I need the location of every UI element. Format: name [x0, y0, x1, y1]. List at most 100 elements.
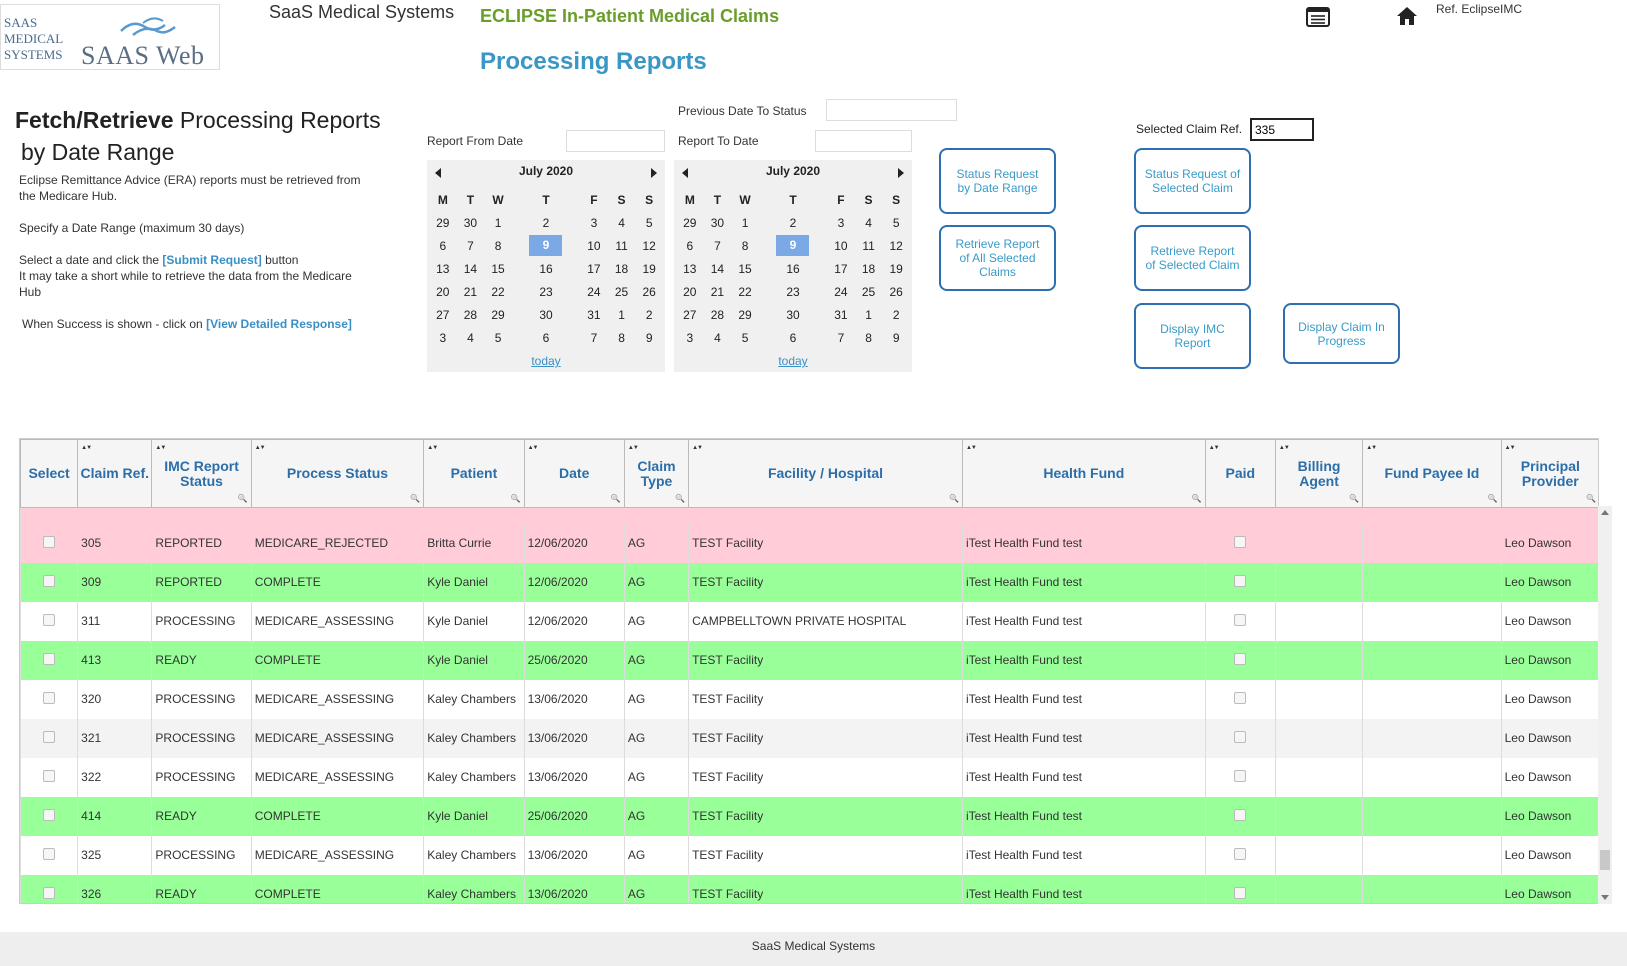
paid-checkbox[interactable] — [1234, 847, 1247, 860]
select-checkbox[interactable] — [43, 691, 56, 704]
status-request-selected-claim-button[interactable]: Status Request of Selected Claim — [1134, 148, 1251, 214]
column-header[interactable]: ▲▼ Claim Type 🔍 — [623, 439, 690, 508]
calendar-day[interactable]: 12 — [882, 234, 910, 257]
calendar-day[interactable]: 27 — [676, 303, 704, 326]
column-header[interactable]: ▲▼ Fund Payee Id 🔍 — [1362, 439, 1502, 508]
calendar-day[interactable]: 1 — [855, 303, 883, 326]
paid-cell[interactable] — [1204, 562, 1276, 602]
calendar-day[interactable]: 30 — [759, 303, 827, 326]
calendar-day[interactable]: 2 — [512, 211, 580, 234]
column-header[interactable]: ▲▼ Paid — [1204, 439, 1276, 508]
calendar-day[interactable]: 1 — [484, 211, 512, 234]
calendar-day[interactable]: 30 — [457, 211, 485, 234]
calendar-day[interactable]: 28 — [704, 303, 732, 326]
calendar-day[interactable]: 9 — [512, 234, 580, 257]
scroll-up-icon[interactable] — [1601, 510, 1609, 515]
calendar-day[interactable]: 5 — [635, 211, 663, 234]
calendar-day[interactable]: 7 — [704, 234, 732, 257]
paid-checkbox[interactable] — [1234, 808, 1247, 821]
select-checkbox[interactable] — [43, 613, 56, 626]
table-row[interactable]: 309 REPORTED COMPLETE Kyle Daniel 12/06/2020… — [20, 562, 1598, 602]
calendar-day[interactable]: 6 — [759, 326, 827, 349]
calendar-day[interactable]: 25 — [608, 280, 636, 303]
selected-day[interactable]: 9 — [776, 235, 810, 256]
calendar-day[interactable]: 19 — [882, 257, 910, 280]
calendar-day[interactable]: 3 — [676, 326, 704, 349]
paid-checkbox[interactable] — [1234, 691, 1247, 704]
calendar-day[interactable]: 29 — [731, 303, 759, 326]
paid-checkbox[interactable] — [1234, 574, 1247, 587]
calendar-day[interactable]: 8 — [484, 234, 512, 257]
calendar-day[interactable]: 8 — [608, 326, 636, 349]
calendar-day[interactable]: 18 — [855, 257, 883, 280]
sort-icon[interactable]: ▲▼ — [1366, 441, 1377, 456]
filter-icon[interactable]: 🔍 — [611, 491, 621, 506]
scroll-down-icon[interactable] — [1601, 895, 1609, 900]
report-to-date-input[interactable] — [815, 130, 912, 152]
calendar-day[interactable]: 17 — [827, 257, 855, 280]
calendar-day[interactable]: 16 — [512, 257, 580, 280]
sort-icon[interactable]: ▲▼ — [255, 441, 266, 456]
filter-icon[interactable]: 🔍 — [1192, 491, 1202, 506]
calendar-day[interactable]: 26 — [635, 280, 663, 303]
calendar-day[interactable]: 4 — [608, 211, 636, 234]
calendar-day[interactable]: 10 — [580, 234, 608, 257]
calendar-day[interactable]: 11 — [855, 234, 883, 257]
calendar-day[interactable]: 20 — [429, 280, 457, 303]
sort-icon[interactable]: ▲▼ — [1279, 441, 1290, 456]
calendar-day[interactable]: 16 — [759, 257, 827, 280]
select-checkbox[interactable] — [43, 652, 56, 665]
calendar-day[interactable]: 20 — [676, 280, 704, 303]
table-row[interactable]: 311 PROCESSING MEDICARE_ASSESSING Kyle Dani… — [20, 601, 1598, 641]
filter-icon[interactable]: 🔍 — [675, 491, 685, 506]
table-row[interactable]: 305 REPORTED MEDICARE_REJECTED Britta Curri… — [20, 523, 1598, 563]
column-header[interactable]: ▲▼ Date 🔍 — [523, 439, 625, 508]
calendar-day[interactable]: 10 — [827, 234, 855, 257]
table-row[interactable]: 413 READY COMPLETE Kyle Daniel 25/06/2020 AG T… — [20, 640, 1598, 680]
calendar-day[interactable]: 27 — [429, 303, 457, 326]
table-scrollbar[interactable] — [1598, 506, 1612, 904]
column-header[interactable]: ▲▼ Claim Ref. — [77, 439, 153, 508]
column-header[interactable]: ▲▼ Facility / Hospital 🔍 — [688, 439, 963, 508]
filter-icon[interactable]: 🔍 — [238, 491, 248, 506]
select-cell[interactable] — [20, 835, 78, 875]
calendar-day[interactable]: 28 — [457, 303, 485, 326]
calendar-day[interactable]: 3 — [827, 211, 855, 234]
calendar-day[interactable]: 30 — [704, 211, 732, 234]
display-imc-report-button[interactable]: Display IMC Report — [1134, 303, 1251, 369]
select-checkbox[interactable] — [43, 847, 56, 860]
calendar-day[interactable]: 29 — [484, 303, 512, 326]
retrieve-report-all-selected-button[interactable]: Retrieve Report of All Selected Claims — [939, 225, 1056, 291]
filter-icon[interactable]: 🔍 — [1488, 491, 1498, 506]
select-checkbox[interactable] — [43, 808, 56, 821]
select-cell[interactable] — [20, 757, 78, 797]
column-header[interactable]: ▲▼ Health Fund 🔍 — [961, 439, 1206, 508]
table-row[interactable]: 325 PROCESSING MEDICARE_ASSESSING Kaley Cha… — [20, 835, 1598, 875]
sort-icon[interactable]: ▲▼ — [1209, 441, 1220, 456]
calendar-day[interactable]: 17 — [580, 257, 608, 280]
calendar-day[interactable]: 24 — [580, 280, 608, 303]
paid-checkbox[interactable] — [1234, 730, 1247, 743]
paid-cell[interactable] — [1204, 796, 1276, 836]
calendar-day[interactable]: 18 — [608, 257, 636, 280]
calendar-day[interactable]: 5 — [882, 211, 910, 234]
paid-cell[interactable] — [1204, 874, 1276, 903]
calendar-day[interactable]: 1 — [608, 303, 636, 326]
select-cell[interactable] — [20, 718, 78, 758]
column-header[interactable]: ▲▼ IMC Report Status 🔍 — [151, 439, 252, 508]
filter-icon[interactable]: 🔍 — [1349, 491, 1359, 506]
paid-cell[interactable] — [1204, 835, 1276, 875]
previous-date-input[interactable] — [826, 99, 957, 121]
retrieve-report-selected-claim-button[interactable]: Retrieve Report of Selected Claim — [1134, 225, 1251, 291]
calendar-day[interactable]: 31 — [580, 303, 608, 326]
select-cell[interactable] — [20, 601, 78, 641]
next-month-icon[interactable] — [651, 168, 657, 178]
paid-cell[interactable] — [1204, 757, 1276, 797]
select-checkbox[interactable] — [43, 535, 56, 548]
calendar-day[interactable]: 5 — [484, 326, 512, 349]
calendar-day[interactable]: 21 — [457, 280, 485, 303]
next-month-icon[interactable] — [898, 168, 904, 178]
filter-icon[interactable]: 🔍 — [511, 491, 521, 506]
calendar-day[interactable]: 8 — [855, 326, 883, 349]
calendar-day[interactable]: 7 — [580, 326, 608, 349]
